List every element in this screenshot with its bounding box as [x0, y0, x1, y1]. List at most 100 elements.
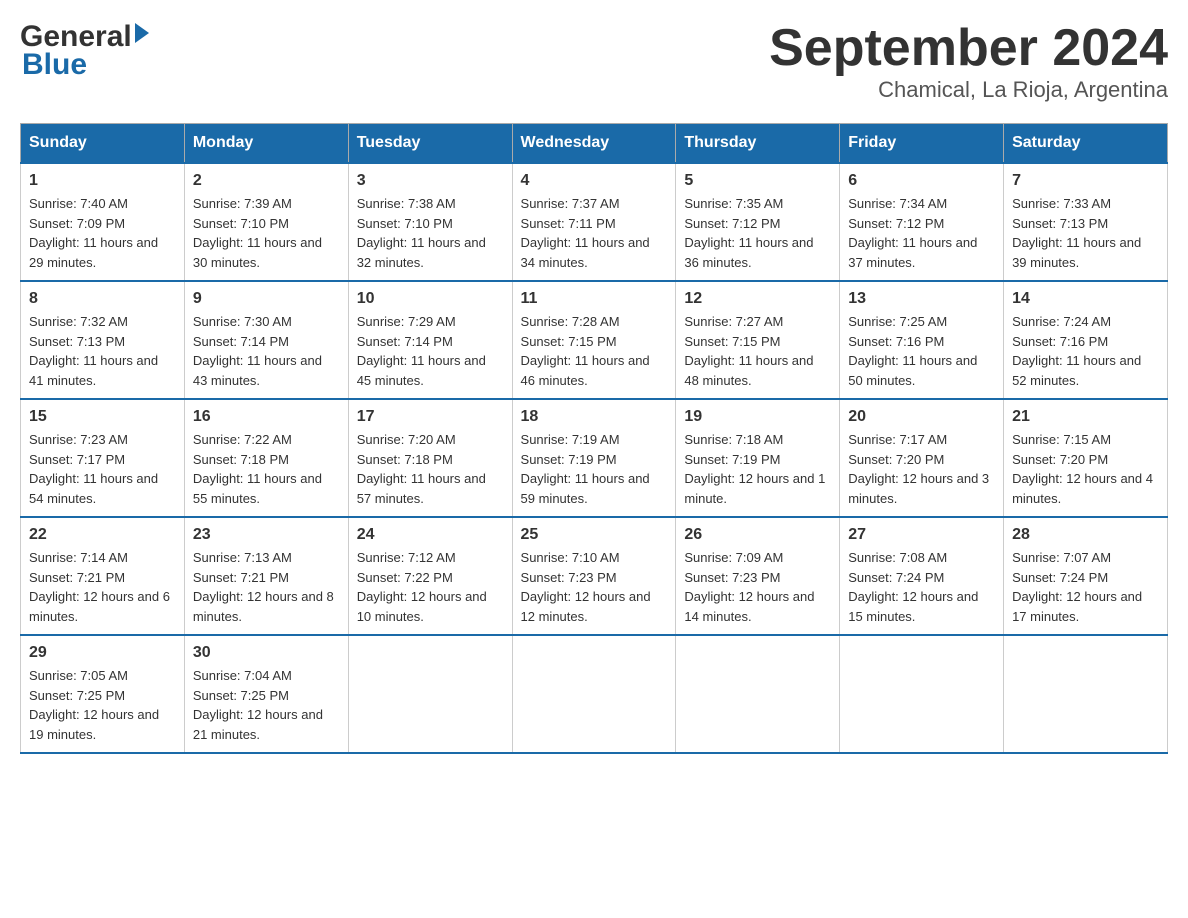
calendar-cell: 19 Sunrise: 7:18 AMSunset: 7:19 PMDaylig… [676, 399, 840, 517]
day-number: 2 [193, 172, 340, 190]
calendar-cell: 15 Sunrise: 7:23 AMSunset: 7:17 PMDaylig… [21, 399, 185, 517]
calendar-cell: 13 Sunrise: 7:25 AMSunset: 7:16 PMDaylig… [840, 281, 1004, 399]
calendar-header-row: Sunday Monday Tuesday Wednesday Thursday… [21, 124, 1168, 164]
calendar-week-1: 1 Sunrise: 7:40 AMSunset: 7:09 PMDayligh… [21, 163, 1168, 281]
calendar-cell: 27 Sunrise: 7:08 AMSunset: 7:24 PMDaylig… [840, 517, 1004, 635]
page-header: General Blue September 2024 Chamical, La… [20, 20, 1168, 103]
calendar-cell: 20 Sunrise: 7:17 AMSunset: 7:20 PMDaylig… [840, 399, 1004, 517]
calendar-cell: 22 Sunrise: 7:14 AMSunset: 7:21 PMDaylig… [21, 517, 185, 635]
day-number: 3 [357, 172, 504, 190]
day-info: Sunrise: 7:14 AMSunset: 7:21 PMDaylight:… [29, 550, 170, 624]
col-friday: Friday [840, 124, 1004, 164]
day-number: 27 [848, 526, 995, 544]
day-number: 13 [848, 290, 995, 308]
calendar-cell: 6 Sunrise: 7:34 AMSunset: 7:12 PMDayligh… [840, 163, 1004, 281]
day-info: Sunrise: 7:18 AMSunset: 7:19 PMDaylight:… [684, 432, 825, 506]
day-info: Sunrise: 7:17 AMSunset: 7:20 PMDaylight:… [848, 432, 989, 506]
col-sunday: Sunday [21, 124, 185, 164]
calendar-week-5: 29 Sunrise: 7:05 AMSunset: 7:25 PMDaylig… [21, 635, 1168, 753]
page-subtitle: Chamical, La Rioja, Argentina [769, 77, 1168, 103]
day-number: 18 [521, 408, 668, 426]
day-info: Sunrise: 7:04 AMSunset: 7:25 PMDaylight:… [193, 668, 323, 742]
calendar-cell: 24 Sunrise: 7:12 AMSunset: 7:22 PMDaylig… [348, 517, 512, 635]
day-info: Sunrise: 7:22 AMSunset: 7:18 PMDaylight:… [193, 432, 322, 506]
day-info: Sunrise: 7:37 AMSunset: 7:11 PMDaylight:… [521, 196, 650, 270]
calendar-cell: 10 Sunrise: 7:29 AMSunset: 7:14 PMDaylig… [348, 281, 512, 399]
calendar-week-4: 22 Sunrise: 7:14 AMSunset: 7:21 PMDaylig… [21, 517, 1168, 635]
calendar-cell: 4 Sunrise: 7:37 AMSunset: 7:11 PMDayligh… [512, 163, 676, 281]
calendar-week-3: 15 Sunrise: 7:23 AMSunset: 7:17 PMDaylig… [21, 399, 1168, 517]
calendar-cell: 23 Sunrise: 7:13 AMSunset: 7:21 PMDaylig… [184, 517, 348, 635]
calendar-cell: 5 Sunrise: 7:35 AMSunset: 7:12 PMDayligh… [676, 163, 840, 281]
day-info: Sunrise: 7:13 AMSunset: 7:21 PMDaylight:… [193, 550, 334, 624]
day-number: 5 [684, 172, 831, 190]
calendar-cell [840, 635, 1004, 753]
day-info: Sunrise: 7:28 AMSunset: 7:15 PMDaylight:… [521, 314, 650, 388]
day-info: Sunrise: 7:32 AMSunset: 7:13 PMDaylight:… [29, 314, 158, 388]
day-number: 10 [357, 290, 504, 308]
day-number: 29 [29, 644, 176, 662]
day-info: Sunrise: 7:07 AMSunset: 7:24 PMDaylight:… [1012, 550, 1142, 624]
calendar-cell: 9 Sunrise: 7:30 AMSunset: 7:14 PMDayligh… [184, 281, 348, 399]
day-number: 16 [193, 408, 340, 426]
calendar-cell: 11 Sunrise: 7:28 AMSunset: 7:15 PMDaylig… [512, 281, 676, 399]
calendar-cell: 1 Sunrise: 7:40 AMSunset: 7:09 PMDayligh… [21, 163, 185, 281]
day-number: 25 [521, 526, 668, 544]
day-number: 21 [1012, 408, 1159, 426]
day-info: Sunrise: 7:38 AMSunset: 7:10 PMDaylight:… [357, 196, 486, 270]
calendar-cell [348, 635, 512, 753]
day-info: Sunrise: 7:24 AMSunset: 7:16 PMDaylight:… [1012, 314, 1141, 388]
calendar-cell: 7 Sunrise: 7:33 AMSunset: 7:13 PMDayligh… [1004, 163, 1168, 281]
day-info: Sunrise: 7:27 AMSunset: 7:15 PMDaylight:… [684, 314, 813, 388]
calendar-cell [676, 635, 840, 753]
day-number: 24 [357, 526, 504, 544]
calendar-week-2: 8 Sunrise: 7:32 AMSunset: 7:13 PMDayligh… [21, 281, 1168, 399]
calendar-cell: 30 Sunrise: 7:04 AMSunset: 7:25 PMDaylig… [184, 635, 348, 753]
day-number: 14 [1012, 290, 1159, 308]
day-number: 8 [29, 290, 176, 308]
calendar-cell: 14 Sunrise: 7:24 AMSunset: 7:16 PMDaylig… [1004, 281, 1168, 399]
col-monday: Monday [184, 124, 348, 164]
day-number: 12 [684, 290, 831, 308]
day-number: 30 [193, 644, 340, 662]
day-number: 6 [848, 172, 995, 190]
day-number: 11 [521, 290, 668, 308]
day-info: Sunrise: 7:40 AMSunset: 7:09 PMDaylight:… [29, 196, 158, 270]
day-info: Sunrise: 7:39 AMSunset: 7:10 PMDaylight:… [193, 196, 322, 270]
calendar-cell: 29 Sunrise: 7:05 AMSunset: 7:25 PMDaylig… [21, 635, 185, 753]
page-title: September 2024 [769, 20, 1168, 77]
calendar-cell: 28 Sunrise: 7:07 AMSunset: 7:24 PMDaylig… [1004, 517, 1168, 635]
day-info: Sunrise: 7:35 AMSunset: 7:12 PMDaylight:… [684, 196, 813, 270]
calendar-cell: 16 Sunrise: 7:22 AMSunset: 7:18 PMDaylig… [184, 399, 348, 517]
calendar-cell: 25 Sunrise: 7:10 AMSunset: 7:23 PMDaylig… [512, 517, 676, 635]
col-thursday: Thursday [676, 124, 840, 164]
day-info: Sunrise: 7:33 AMSunset: 7:13 PMDaylight:… [1012, 196, 1141, 270]
calendar-cell: 17 Sunrise: 7:20 AMSunset: 7:18 PMDaylig… [348, 399, 512, 517]
calendar-cell [512, 635, 676, 753]
day-number: 9 [193, 290, 340, 308]
calendar-cell [1004, 635, 1168, 753]
day-info: Sunrise: 7:29 AMSunset: 7:14 PMDaylight:… [357, 314, 486, 388]
day-info: Sunrise: 7:05 AMSunset: 7:25 PMDaylight:… [29, 668, 159, 742]
day-info: Sunrise: 7:34 AMSunset: 7:12 PMDaylight:… [848, 196, 977, 270]
day-info: Sunrise: 7:19 AMSunset: 7:19 PMDaylight:… [521, 432, 650, 506]
day-number: 26 [684, 526, 831, 544]
col-wednesday: Wednesday [512, 124, 676, 164]
day-info: Sunrise: 7:09 AMSunset: 7:23 PMDaylight:… [684, 550, 814, 624]
day-number: 17 [357, 408, 504, 426]
day-number: 1 [29, 172, 176, 190]
day-number: 22 [29, 526, 176, 544]
logo-arrow-icon [135, 23, 149, 43]
day-number: 23 [193, 526, 340, 544]
calendar-cell: 12 Sunrise: 7:27 AMSunset: 7:15 PMDaylig… [676, 281, 840, 399]
day-info: Sunrise: 7:30 AMSunset: 7:14 PMDaylight:… [193, 314, 322, 388]
title-section: September 2024 Chamical, La Rioja, Argen… [769, 20, 1168, 103]
logo: General Blue [20, 20, 149, 82]
day-number: 28 [1012, 526, 1159, 544]
calendar-cell: 21 Sunrise: 7:15 AMSunset: 7:20 PMDaylig… [1004, 399, 1168, 517]
day-number: 20 [848, 408, 995, 426]
day-number: 4 [521, 172, 668, 190]
calendar-cell: 8 Sunrise: 7:32 AMSunset: 7:13 PMDayligh… [21, 281, 185, 399]
logo-blue-text: Blue [22, 48, 87, 82]
day-info: Sunrise: 7:23 AMSunset: 7:17 PMDaylight:… [29, 432, 158, 506]
